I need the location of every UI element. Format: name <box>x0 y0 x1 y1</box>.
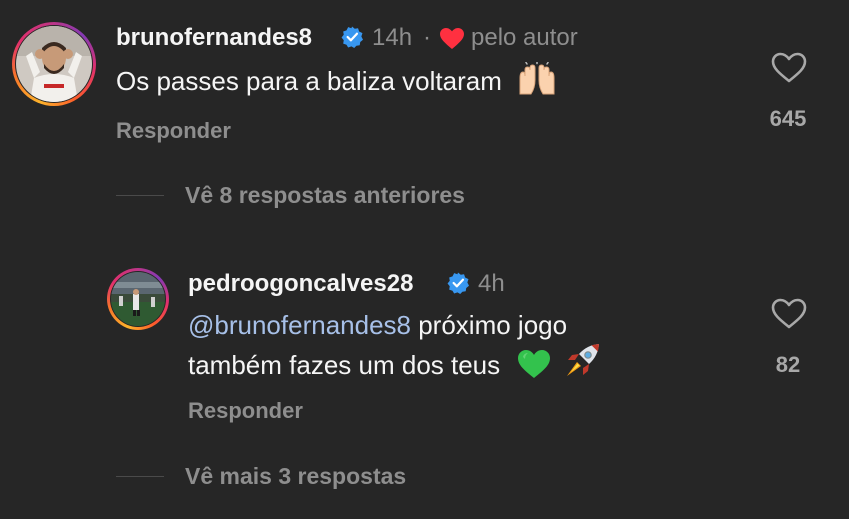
verified-badge-icon <box>341 26 363 48</box>
thread-line <box>116 476 164 477</box>
like-count: 82 <box>775 352 801 377</box>
thread-line <box>116 195 164 196</box>
separator-dot: · <box>423 24 431 51</box>
like-count: 645 <box>769 106 807 131</box>
like-heart-icon[interactable] <box>771 52 807 84</box>
verified-badge-icon <box>447 272 469 294</box>
view-more-replies-label[interactable]: Vê mais 3 respostas <box>185 463 406 490</box>
rocket-emoji <box>566 344 599 376</box>
view-previous-replies-label[interactable]: Vê 8 respostas anteriores <box>185 182 465 209</box>
avatar-photo <box>16 26 92 102</box>
comment-text: @brunofernandes8 próximo jogo <box>188 310 568 340</box>
reply-button[interactable]: Responder <box>116 118 231 144</box>
avatar[interactable] <box>12 22 96 106</box>
comment-timestamp: 4h <box>478 270 505 297</box>
comment-username[interactable]: pedroogoncalves28 <box>188 270 413 298</box>
comment-text: Os passes para a baliza voltaram <box>116 62 557 98</box>
liked-by-author-label: pelo autor <box>471 24 578 51</box>
comment-text-line-2: também fazes um dos teus <box>188 342 603 382</box>
green-heart-emoji <box>518 350 551 378</box>
avatar-photo <box>111 272 165 326</box>
comment-username[interactable]: brunofernandes8 <box>116 24 312 52</box>
reply-button[interactable]: Responder <box>188 398 303 424</box>
raising-hands-emoji <box>519 62 555 95</box>
like-heart-icon[interactable] <box>771 298 807 330</box>
liked-by-author-heart-icon <box>440 28 464 49</box>
avatar[interactable] <box>107 268 169 330</box>
user-mention-link[interactable]: @brunofernandes8 <box>188 310 411 340</box>
comment-timestamp: 14h <box>372 24 413 51</box>
